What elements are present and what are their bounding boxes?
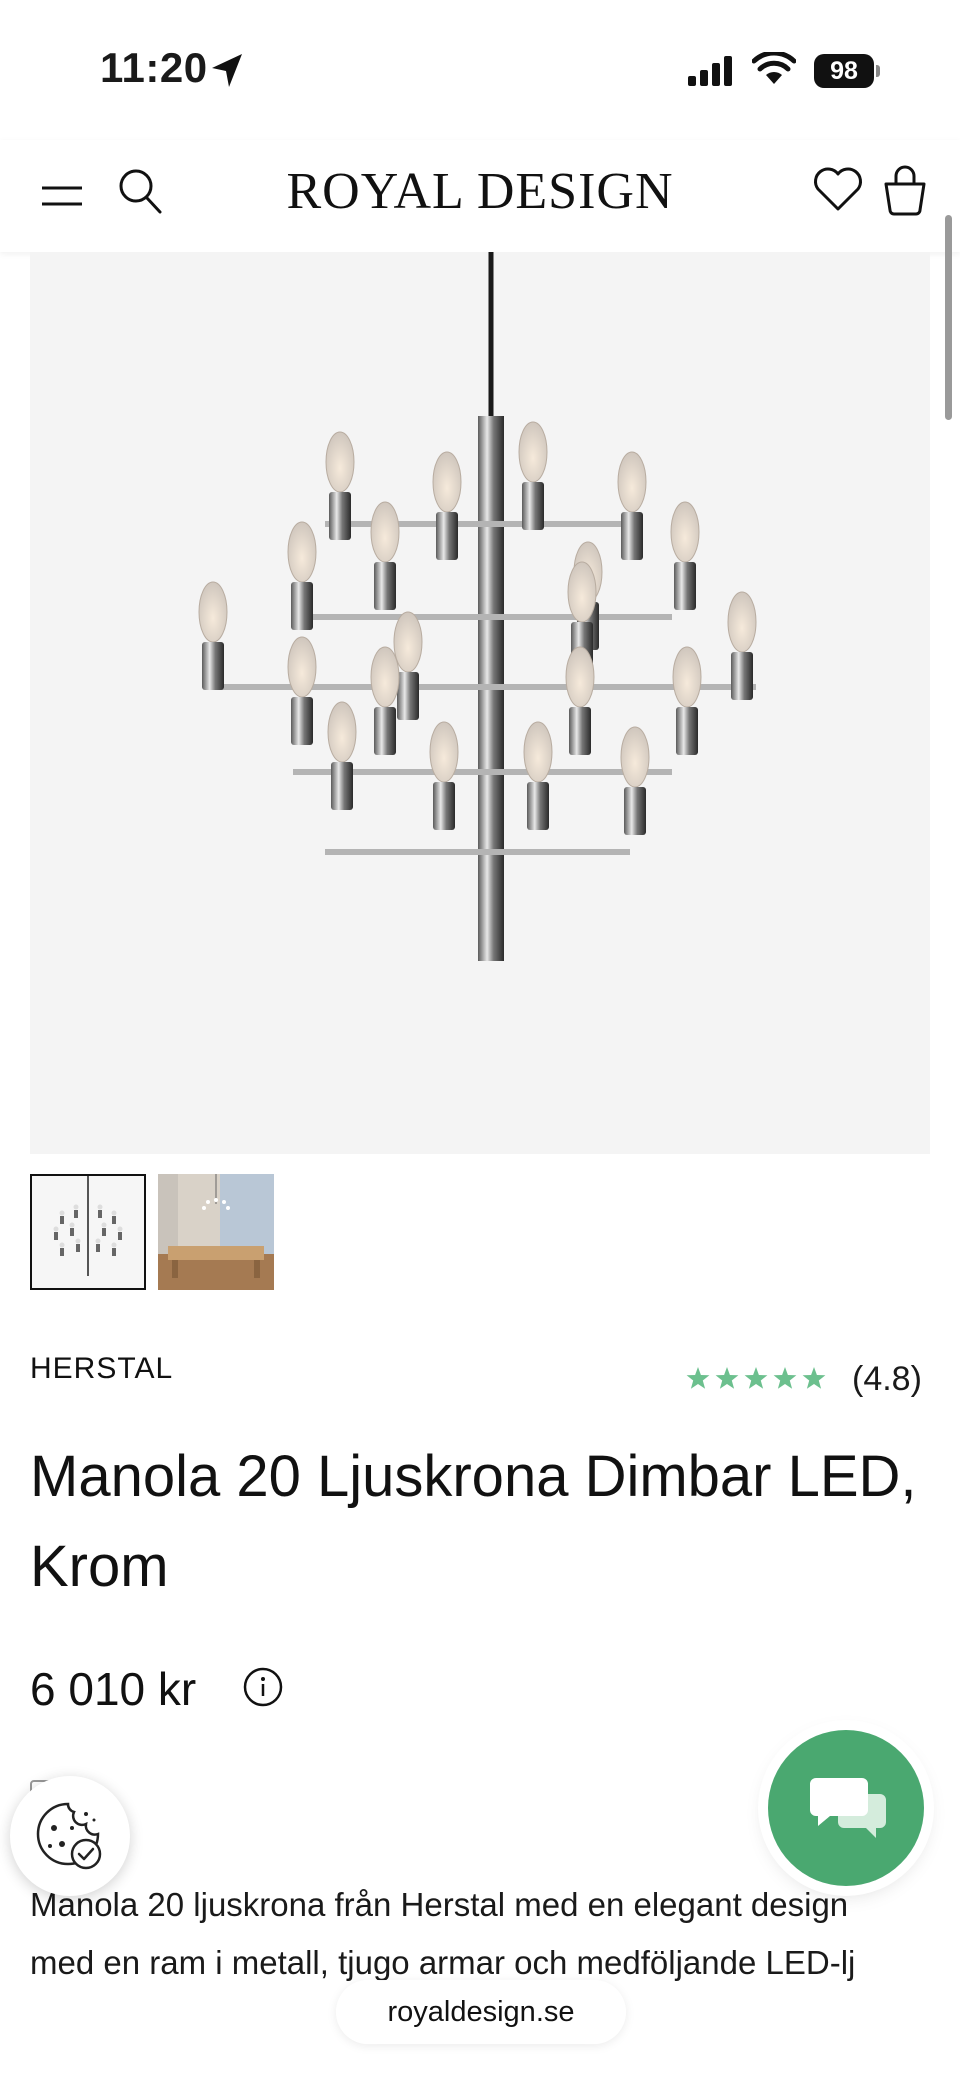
product-title: Manola 20 Ljuskrona Dimbar LED, Krom (30, 1444, 917, 1599)
wifi-icon (752, 52, 796, 84)
thumbnail-room-image (158, 1174, 274, 1290)
site-header: ROYAL DESIGN (0, 140, 960, 252)
bag-icon[interactable] (882, 162, 928, 216)
product-price: 6 010 kr (30, 1663, 197, 1715)
thumbnail-2[interactable] (158, 1174, 274, 1290)
product-description: Manola 20 ljuskrona från Herstal med en … (30, 1886, 856, 1981)
heart-icon[interactable] (812, 164, 864, 214)
status-time: 11:20 (100, 44, 208, 91)
star-icon (686, 1367, 710, 1389)
signal-icon (688, 56, 732, 86)
status-bar: 11:20 98 (0, 0, 960, 140)
rating-stars (686, 1367, 826, 1389)
browser-url-bar[interactable]: royaldesign.se (336, 1980, 626, 2044)
product-image[interactable] (30, 252, 930, 1154)
chat-icon (810, 1778, 886, 1838)
page-scrollbar[interactable] (945, 215, 952, 420)
chandelier-image (198, 252, 757, 961)
cookie-icon (36, 1802, 102, 1870)
product-brand[interactable]: HERSTAL (30, 1352, 173, 1386)
thumbnail-chandelier-image (53, 1176, 123, 1276)
battery-tip (876, 65, 880, 77)
cookie-settings-button[interactable] (10, 1776, 130, 1896)
star-icon (802, 1367, 826, 1389)
info-icon[interactable] (242, 1666, 284, 1708)
location-arrow-icon (212, 54, 242, 87)
chat-button[interactable] (768, 1730, 924, 1886)
battery-indicator: 98 (814, 54, 874, 88)
rating-value[interactable]: (4.8) (852, 1360, 922, 1399)
thumbnail-1[interactable] (30, 1174, 146, 1290)
star-icon (715, 1367, 739, 1389)
star-icon (744, 1367, 768, 1389)
star-icon (773, 1367, 797, 1389)
